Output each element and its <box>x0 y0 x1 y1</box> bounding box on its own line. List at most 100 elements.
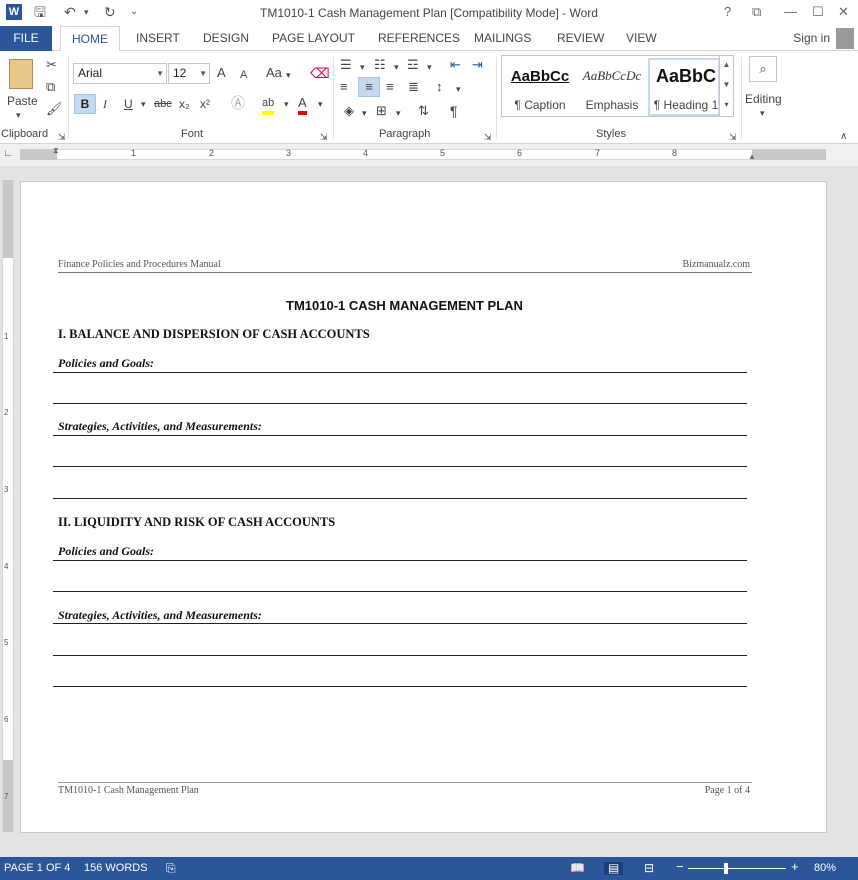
web-layout-icon[interactable]: ⊟ <box>644 862 654 875</box>
font-color-icon[interactable]: A <box>298 95 307 115</box>
change-case-button[interactable]: Aa <box>266 65 282 81</box>
vruler-number: 4 <box>4 562 9 571</box>
numbering-icon[interactable]: ☷ <box>374 57 386 73</box>
vertical-ruler[interactable]: 1 2 3 4 5 6 7 <box>2 180 14 832</box>
indent-marker-icon[interactable]: ⧗ <box>53 146 59 156</box>
collapse-ribbon-icon[interactable]: ∧ <box>840 129 847 145</box>
group-divider <box>496 57 497 139</box>
copy-icon[interactable]: ⧉ <box>46 79 55 95</box>
document-page[interactable]: Finance Policies and Procedures Manual B… <box>20 181 827 833</box>
align-right-icon[interactable]: ≡ <box>386 79 394 95</box>
cut-icon[interactable]: ✂ <box>46 57 57 73</box>
subscript-button[interactable]: x₂ <box>179 96 190 112</box>
fill-line <box>53 655 747 656</box>
chevron-down-icon[interactable]: ▾ <box>396 105 401 121</box>
scroll-up-icon[interactable]: ▲ <box>720 55 733 75</box>
read-mode-icon[interactable]: 📖 <box>570 862 585 875</box>
tab-mailings[interactable]: MAILINGS <box>474 26 531 51</box>
help-icon[interactable]: ? <box>724 2 731 22</box>
paste-dropdown-icon[interactable]: ▾ <box>16 107 21 123</box>
paste-icon[interactable] <box>9 59 33 89</box>
chevron-down-icon[interactable]: ▾ <box>760 105 765 121</box>
paste-button[interactable]: Paste <box>7 93 38 109</box>
highlight-icon[interactable]: ab <box>262 95 275 115</box>
style-caption[interactable]: AaBbCc ¶ Caption <box>504 58 576 116</box>
styles-launcher-icon[interactable]: ⇲ <box>729 129 737 145</box>
tab-references[interactable]: REFERENCES <box>378 26 460 51</box>
chevron-down-icon[interactable]: ▼ <box>156 64 164 83</box>
proofing-icon[interactable]: ⎘ <box>166 862 176 875</box>
chevron-down-icon[interactable]: ▾ <box>284 96 289 112</box>
bold-button[interactable]: B <box>74 94 96 114</box>
align-left-icon[interactable]: ≡ <box>340 79 348 95</box>
chevron-down-icon[interactable]: ▾ <box>318 96 323 112</box>
line-spacing-icon[interactable]: ↕ <box>436 79 443 95</box>
tab-view[interactable]: VIEW <box>626 26 657 51</box>
tab-page-layout[interactable]: PAGE LAYOUT <box>272 26 355 51</box>
borders-icon[interactable]: ⊞ <box>376 103 387 119</box>
superscript-button[interactable]: x² <box>200 96 210 112</box>
horizontal-ruler[interactable]: ∟ 1 2 3 4 5 6 7 8 ⧗ ▲ <box>0 144 858 166</box>
font-size-combo[interactable]: 12 ▼ <box>168 63 210 84</box>
decrease-indent-icon[interactable]: ⇤ <box>450 57 461 73</box>
chevron-down-icon[interactable]: ▾ <box>456 81 461 97</box>
minimize-icon[interactable]: — <box>784 2 797 22</box>
chevron-down-icon[interactable]: ▾ <box>141 96 146 112</box>
close-icon[interactable]: ✕ <box>838 2 849 22</box>
tab-insert[interactable]: INSERT <box>136 26 180 51</box>
strikethrough-button[interactable]: abc <box>154 96 172 112</box>
sort-icon[interactable]: ⇅ <box>418 103 429 119</box>
tab-home[interactable]: HOME <box>60 26 120 52</box>
tab-file[interactable]: FILE <box>0 26 52 51</box>
chevron-down-icon[interactable]: ▾ <box>360 59 365 75</box>
chevron-down-icon[interactable]: ▼ <box>199 64 207 83</box>
tab-design[interactable]: DESIGN <box>203 26 249 51</box>
format-painter-icon[interactable]: 🖌 <box>46 101 63 117</box>
section-heading: I. BALANCE AND DISPERSION OF CASH ACCOUN… <box>58 327 370 341</box>
scroll-down-icon[interactable]: ▼ <box>720 75 733 95</box>
print-layout-icon[interactable]: ▤ <box>604 862 624 875</box>
right-indent-marker-icon[interactable]: ▲ <box>748 152 756 161</box>
clear-formatting-icon[interactable]: ⌫ <box>310 65 330 81</box>
tab-review[interactable]: REVIEW <box>557 26 604 51</box>
style-heading-1[interactable]: AaBbC ¶ Heading 1 <box>648 58 720 116</box>
italic-button[interactable]: I <box>103 96 107 112</box>
chevron-down-icon[interactable]: ▾ <box>286 67 291 83</box>
find-binoculars-icon[interactable]: ⌕ <box>749 56 777 82</box>
chevron-down-icon[interactable]: ▾ <box>394 59 399 75</box>
zoom-in-button[interactable]: + <box>791 860 799 873</box>
paragraph-launcher-icon[interactable]: ⇲ <box>484 129 492 145</box>
justify-icon[interactable]: ≣ <box>408 79 419 95</box>
chevron-down-icon[interactable]: ▾ <box>427 59 432 75</box>
multilevel-list-icon[interactable]: ☲ <box>407 57 419 73</box>
word-count-status[interactable]: 156 WORDS <box>84 862 148 875</box>
ribbon-display-icon[interactable]: ⧉ <box>752 2 761 22</box>
zoom-slider-thumb[interactable] <box>724 863 728 874</box>
styles-scrollbar[interactable]: ▲ ▼ ▾ <box>719 55 733 117</box>
shrink-font-button[interactable]: A <box>240 67 247 83</box>
text-effects-icon[interactable]: Ⓐ <box>231 95 245 111</box>
ruler-number: 8 <box>672 148 678 158</box>
clipboard-launcher-icon[interactable]: ⇲ <box>58 129 66 145</box>
show-formatting-icon[interactable]: ¶ <box>450 103 458 119</box>
zoom-level[interactable]: 80% <box>814 862 836 875</box>
shading-icon[interactable]: ◈ <box>344 103 354 119</box>
grow-font-button[interactable]: A <box>217 65 226 81</box>
underline-button[interactable]: U <box>124 96 133 112</box>
style-emphasis[interactable]: AaBbCcDc Emphasis <box>576 58 648 116</box>
page-count-status[interactable]: PAGE 1 OF 4 <box>4 862 70 875</box>
align-center-icon[interactable]: ≡ <box>358 77 380 97</box>
user-avatar-icon[interactable] <box>836 28 854 49</box>
sign-in-link[interactable]: Sign in <box>793 31 830 45</box>
more-styles-icon[interactable]: ▾ <box>720 95 733 115</box>
bullets-icon[interactable]: ☰ <box>340 57 352 73</box>
zoom-out-button[interactable]: − <box>676 860 684 873</box>
increase-indent-icon[interactable]: ⇥ <box>472 57 483 73</box>
font-family-combo[interactable]: Arial ▼ <box>73 63 167 84</box>
font-launcher-icon[interactable]: ⇲ <box>320 129 328 145</box>
chevron-down-icon[interactable]: ▾ <box>362 105 367 121</box>
tab-selector-icon[interactable]: ∟ <box>3 148 13 159</box>
styles-gallery: AaBbCc ¶ Caption AaBbCcDc Emphasis AaBbC… <box>501 55 734 117</box>
maximize-icon[interactable]: ☐ <box>812 2 824 22</box>
zoom-slider[interactable] <box>688 868 786 869</box>
